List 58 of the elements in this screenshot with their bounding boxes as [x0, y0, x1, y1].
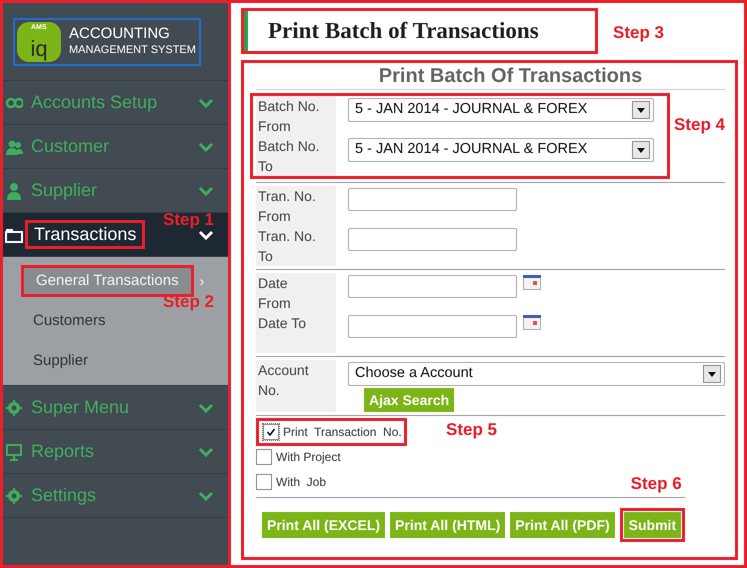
input-field[interactable]	[348, 188, 517, 211]
input-field[interactable]	[348, 275, 517, 298]
print-button[interactable]: Print All (HTML)	[390, 512, 506, 538]
select-field[interactable]: 5 - JAN 2014 - JOURNAL & FOREX	[348, 138, 654, 162]
ajax-search-button[interactable]: Ajax Search	[364, 388, 454, 412]
field-label: Account No.	[256, 360, 336, 412]
chevron-down-icon	[198, 142, 214, 152]
field-label: Batch No. From	[256, 96, 336, 136]
submenu-item[interactable]: General Transactions	[24, 268, 191, 294]
sidebar-item[interactable]: Reports	[3, 430, 228, 474]
checkbox[interactable]	[256, 448, 272, 464]
print-button[interactable]: Print All (PDF)	[510, 512, 615, 538]
sidebar-item[interactable]: Accounts Setup	[3, 81, 228, 125]
checkbox-option[interactable]: With Project	[256, 448, 341, 466]
chevron-down-icon	[198, 186, 214, 196]
field-label: Tran. No. From	[256, 186, 336, 226]
user-icon	[5, 182, 23, 200]
chevron-down-icon	[198, 446, 214, 456]
checkbox[interactable]	[256, 474, 272, 490]
field-label: Date From	[256, 273, 336, 313]
step-label: Step 5	[446, 419, 498, 441]
step-label: Step 3	[613, 22, 664, 44]
chevron-down-icon	[198, 490, 214, 500]
form-title: Print Batch Of Transactions	[256, 63, 725, 90]
select-field[interactable]: 5 - JAN 2014 - JOURNAL & FOREX	[348, 98, 654, 122]
checkbox-option[interactable]: Print Transaction No.	[263, 422, 402, 440]
field-label: Tran. No. To	[256, 226, 336, 266]
calendar-icon[interactable]	[523, 275, 541, 290]
sidebar-item[interactable]: Customer	[3, 125, 228, 169]
calendar-icon[interactable]	[523, 315, 541, 330]
checkbox-option[interactable]: With Job	[256, 472, 326, 490]
select-field[interactable]: Choose a Account	[348, 362, 725, 386]
chevron-down-icon	[198, 402, 214, 412]
sidebar-item[interactable]: Settings	[3, 474, 228, 518]
submit-button[interactable]: Submit	[624, 512, 682, 538]
annotation-box: Transactions	[25, 220, 146, 249]
sidebar-item[interactable]: Transactions Step 1	[3, 213, 228, 257]
logo-title: ACCOUNTING	[69, 25, 171, 44]
logo-subtitle: MANAGEMENT SYSTEM	[69, 44, 196, 58]
step-label: Step 4	[674, 114, 726, 136]
sidebar-item[interactable]: Super Menu	[3, 386, 228, 430]
step-label: Step 6	[630, 473, 682, 495]
chevron-down-icon	[198, 98, 214, 108]
chevron-down-icon	[198, 230, 214, 240]
field-label: Date To	[256, 313, 336, 353]
presentation-board-icon	[5, 442, 23, 460]
submenu-item[interactable]: Customers	[21, 308, 118, 334]
input-field[interactable]	[348, 315, 517, 338]
submenu-item[interactable]: Supplier	[21, 348, 100, 374]
checkbox[interactable]	[263, 424, 279, 440]
arrow-right-icon: ›	[200, 270, 204, 292]
accent-bar	[244, 11, 248, 51]
field-label: Batch No. To	[256, 136, 336, 176]
page-title: Print Batch of Transactions	[268, 16, 539, 45]
users-icon	[5, 138, 23, 156]
input-field[interactable]	[348, 228, 517, 251]
checkmark-icon	[266, 426, 276, 436]
print-button[interactable]: Print All (EXCEL)	[262, 512, 386, 538]
